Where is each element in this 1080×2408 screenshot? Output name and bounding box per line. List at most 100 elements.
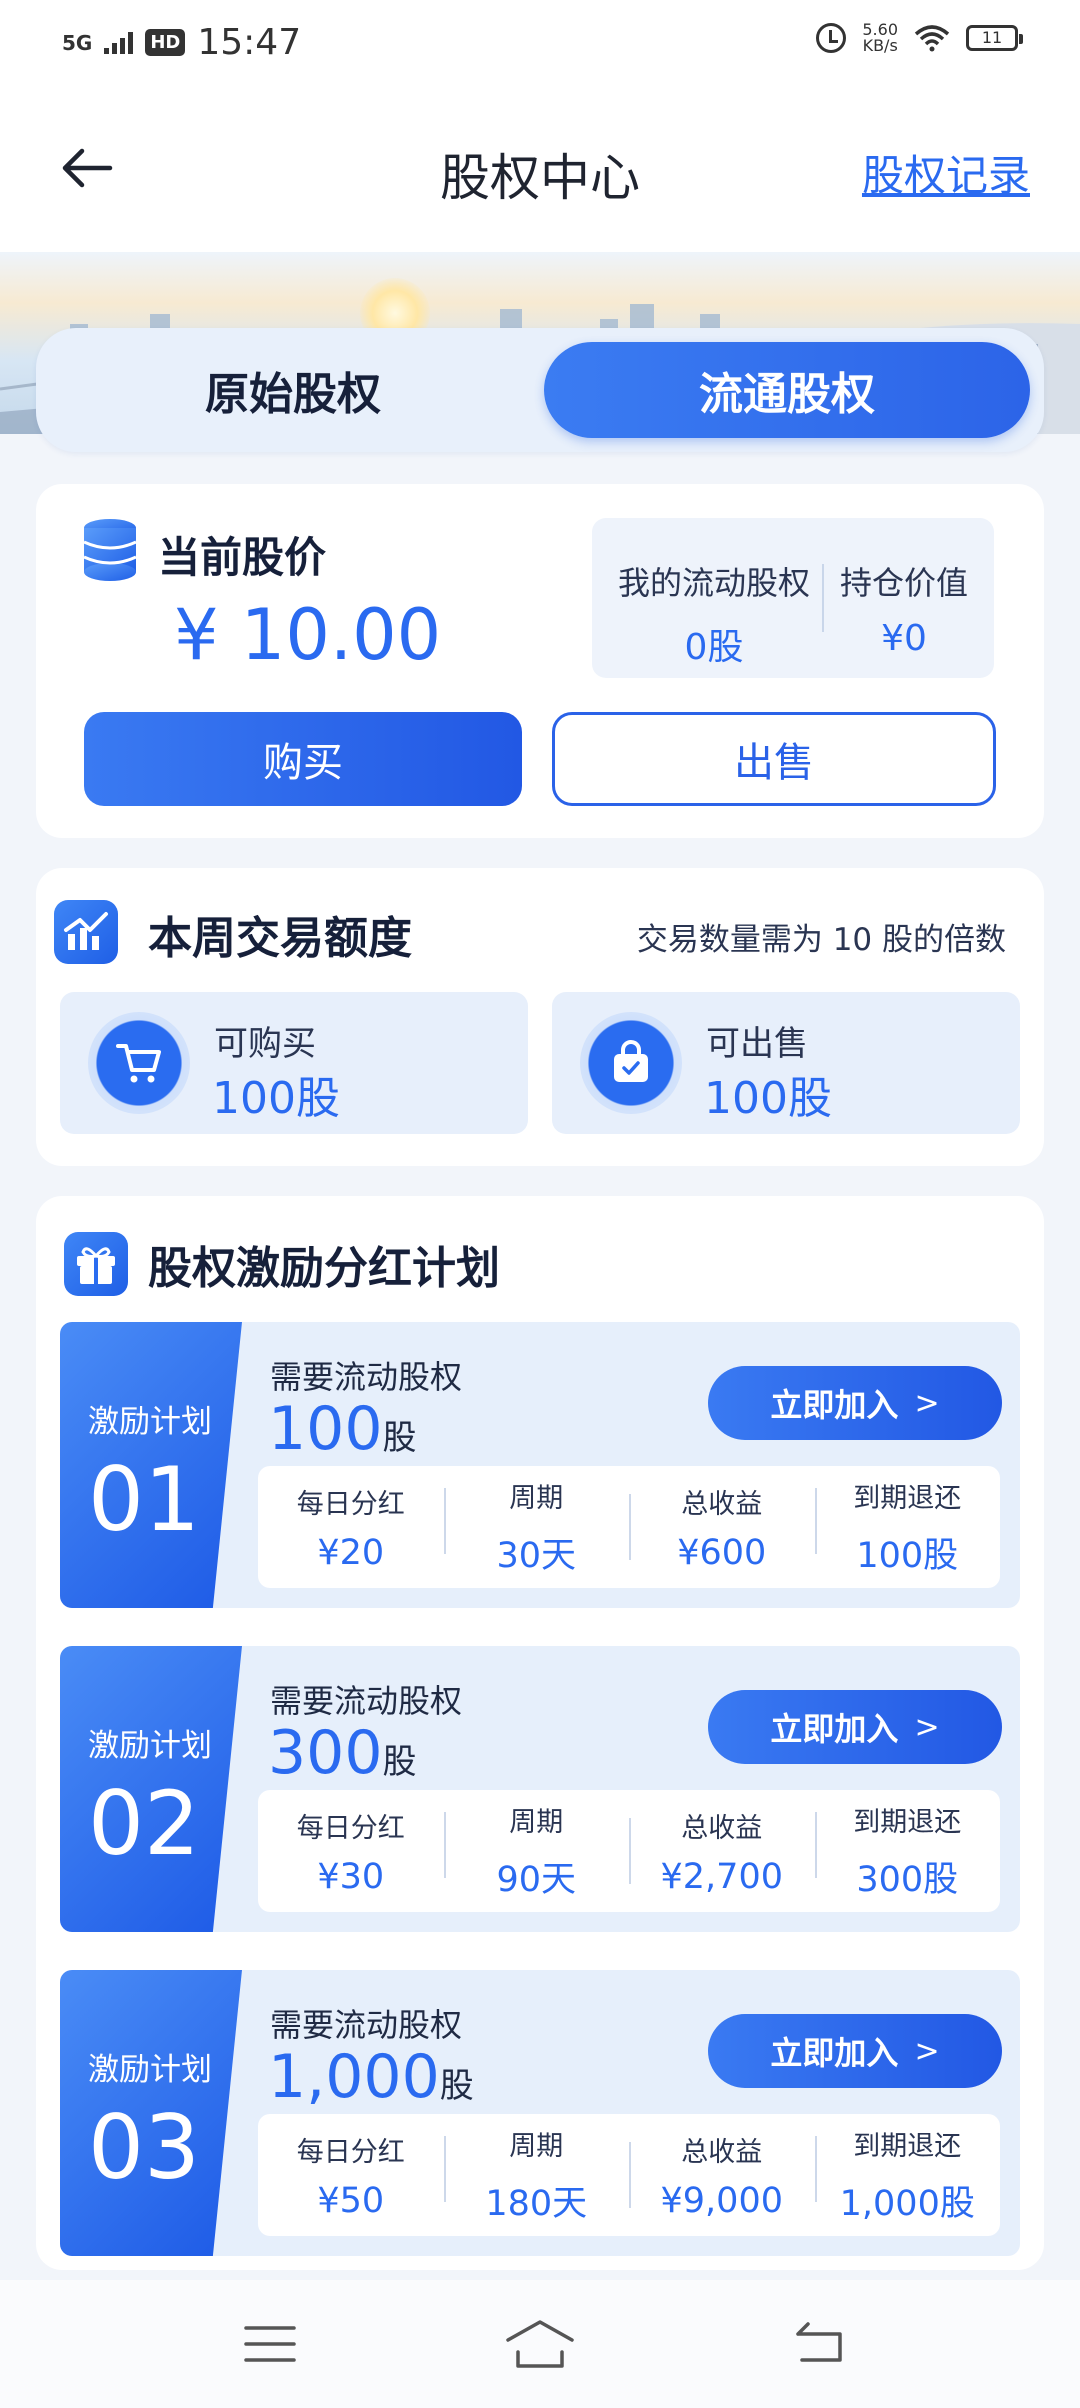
join-now-label: 立即加入 bbox=[770, 1386, 899, 1424]
wifi-icon bbox=[914, 25, 950, 52]
join-now-button[interactable]: 立即加入 > bbox=[708, 1366, 1002, 1440]
stat-value: 300股 bbox=[856, 1860, 959, 1900]
status-right: 5.60 KB/s 11 bbox=[816, 22, 1023, 54]
stat-period: 周期 180天 bbox=[443, 2124, 630, 2226]
current-price-label: 当前股价 bbox=[158, 533, 327, 582]
holding-value-amount: ¥0 bbox=[881, 618, 927, 659]
plan-requirement-label: 需要流动股权 bbox=[270, 2006, 463, 2044]
plan-number: 02 bbox=[88, 1772, 200, 1875]
dividend-plans-title: 股权激励分红计划 bbox=[148, 1243, 500, 1294]
plan-stats: 每日分红 ¥50 周期 180天 总收益 ¥9,000 到期退还 1,000股 bbox=[258, 2114, 1000, 2236]
buyable-value: 100股 bbox=[212, 1073, 340, 1124]
weekly-quota-title: 本周交易额度 bbox=[148, 913, 412, 964]
stat-period: 周期 30天 bbox=[443, 1476, 630, 1578]
home-icon[interactable] bbox=[504, 2314, 576, 2374]
stat-value: 180天 bbox=[485, 2184, 588, 2224]
stat-label: 周期 bbox=[509, 1483, 564, 1514]
menu-icon[interactable] bbox=[240, 2314, 300, 2374]
stat-value: 100股 bbox=[856, 1536, 959, 1576]
speed-unit: KB/s bbox=[862, 36, 898, 55]
plan-number: 03 bbox=[88, 2096, 200, 2199]
plan-required-amount: 1,000股 bbox=[268, 2042, 474, 2112]
plan-amount-unit: 股 bbox=[382, 1742, 417, 1782]
clock: 15:47 bbox=[197, 22, 302, 63]
plan-badge-label: 激励计划 bbox=[88, 1728, 212, 1764]
weekly-quota-card: 本周交易额度 交易数量需为 10 股的倍数 可购买 100股 可出售 100股 bbox=[36, 868, 1044, 1166]
my-shares-value: 0股 bbox=[684, 627, 744, 668]
plan-stats: 每日分红 ¥30 周期 90天 总收益 ¥2,700 到期退还 300股 bbox=[258, 1790, 1000, 1912]
dividend-plans-card: 股权激励分红计划 激励计划 01 需要流动股权 100股 立即加入 > 每日分红 ¥… bbox=[36, 1196, 1044, 2270]
join-now-button[interactable]: 立即加入 > bbox=[708, 1690, 1002, 1764]
tab-original-equity[interactable]: 原始股权 bbox=[50, 342, 536, 438]
chevron-right-icon: > bbox=[914, 2033, 940, 2069]
stat-label: 总收益 bbox=[681, 1488, 763, 1520]
buyable-label: 可购买 bbox=[214, 1024, 316, 1064]
stat-label: 周期 bbox=[509, 2131, 564, 2162]
stat-value: ¥2,700 bbox=[660, 1856, 783, 1897]
stat-daily-dividend: 每日分红 ¥30 bbox=[258, 1806, 444, 1897]
stat-period: 周期 90天 bbox=[443, 1800, 630, 1902]
stat-value: 90天 bbox=[496, 1860, 577, 1900]
join-now-button[interactable]: 立即加入 > bbox=[708, 2014, 1002, 2088]
my-shares-label: 我的流动股权 bbox=[617, 564, 810, 602]
plan-requirement-label: 需要流动股权 bbox=[270, 1682, 463, 1720]
plan-card-02: 激励计划 02 需要流动股权 300股 立即加入 > 每日分红 ¥30 周期 90天 … bbox=[60, 1646, 1020, 1932]
stat-total-return: 总收益 ¥9,000 bbox=[629, 2130, 815, 2221]
buyable-quota: 可购买 100股 bbox=[60, 992, 528, 1134]
stat-label: 到期退还 bbox=[853, 1483, 962, 1514]
holdings-summary: 我的流动股权 0股 持仓价值 ¥0 bbox=[592, 518, 994, 678]
stat-total-return: 总收益 ¥600 bbox=[629, 1482, 815, 1573]
stat-value: ¥9,000 bbox=[660, 2180, 783, 2221]
holding-value-label: 持仓价值 bbox=[839, 564, 968, 602]
plan-required-amount: 300股 bbox=[268, 1718, 417, 1788]
sellable-quota: 可出售 100股 bbox=[552, 992, 1020, 1134]
stat-value: 30天 bbox=[496, 1536, 577, 1576]
current-price-value: ¥ 10.00 bbox=[174, 594, 442, 676]
network-speed: 5.60 KB/s bbox=[862, 22, 898, 54]
holding-value: 持仓价值 ¥0 bbox=[824, 558, 984, 659]
stat-label: 总收益 bbox=[681, 2136, 763, 2168]
plan-card-01: 激励计划 01 需要流动股权 100股 立即加入 > 每日分红 ¥20 周期 30天 … bbox=[60, 1322, 1020, 1608]
gift-icon bbox=[64, 1232, 128, 1296]
chevron-right-icon: > bbox=[914, 1709, 940, 1745]
stat-label: 周期 bbox=[509, 1807, 564, 1838]
tab-circulating-equity[interactable]: 流通股权 bbox=[544, 342, 1030, 438]
plan-amount-number: 1,000 bbox=[268, 2042, 440, 2112]
chevron-right-icon: > bbox=[914, 1385, 940, 1421]
stat-value: ¥20 bbox=[317, 1532, 385, 1573]
sellable-value: 100股 bbox=[704, 1073, 832, 1124]
stat-daily-dividend: 每日分红 ¥50 bbox=[258, 2130, 444, 2221]
sellable-label: 可出售 bbox=[706, 1024, 808, 1064]
plan-badge-label: 激励计划 bbox=[88, 2052, 212, 2088]
quota-note: 交易数量需为 10 股的倍数 bbox=[636, 922, 1006, 958]
join-now-label: 立即加入 bbox=[770, 1710, 899, 1748]
plan-number: 01 bbox=[88, 1448, 200, 1551]
plan-requirement-label: 需要流动股权 bbox=[270, 1358, 463, 1396]
equity-records-link[interactable]: 股权记录 bbox=[862, 142, 1030, 203]
join-now-label: 立即加入 bbox=[770, 2034, 899, 2072]
stat-value: ¥50 bbox=[317, 2180, 385, 2221]
system-nav-bar bbox=[0, 2280, 1080, 2408]
equity-type-tabs: 原始股权 流通股权 bbox=[36, 328, 1044, 452]
status-left: 5G HD 15:47 bbox=[62, 22, 301, 63]
my-shares: 我的流动股权 0股 bbox=[614, 558, 814, 670]
buy-button[interactable]: 购买 bbox=[84, 712, 522, 806]
stat-label: 到期退还 bbox=[853, 1807, 962, 1838]
sell-button[interactable]: 出售 bbox=[552, 712, 996, 806]
stat-maturity-return: 到期退还 100股 bbox=[814, 1476, 1001, 1578]
battery-icon: 11 bbox=[966, 25, 1023, 51]
stat-maturity-return: 到期退还 300股 bbox=[814, 1800, 1001, 1902]
plan-badge: 激励计划 02 bbox=[60, 1646, 242, 1932]
network-type: 5G bbox=[62, 30, 93, 55]
plan-badge-label: 激励计划 bbox=[88, 1404, 212, 1440]
stat-label: 到期退还 bbox=[853, 2131, 962, 2162]
plan-amount-number: 100 bbox=[268, 1394, 383, 1464]
stat-value: 1,000股 bbox=[839, 2184, 975, 2224]
plan-badge: 激励计划 01 bbox=[60, 1322, 242, 1608]
status-bar: 5G HD 15:47 5.60 KB/s 11 bbox=[0, 0, 1080, 90]
plan-required-amount: 100股 bbox=[268, 1394, 417, 1464]
stat-value: ¥600 bbox=[677, 1532, 767, 1573]
back-icon[interactable] bbox=[790, 2314, 850, 2374]
cart-icon bbox=[88, 1012, 190, 1114]
stat-label: 每日分红 bbox=[296, 2136, 405, 2168]
